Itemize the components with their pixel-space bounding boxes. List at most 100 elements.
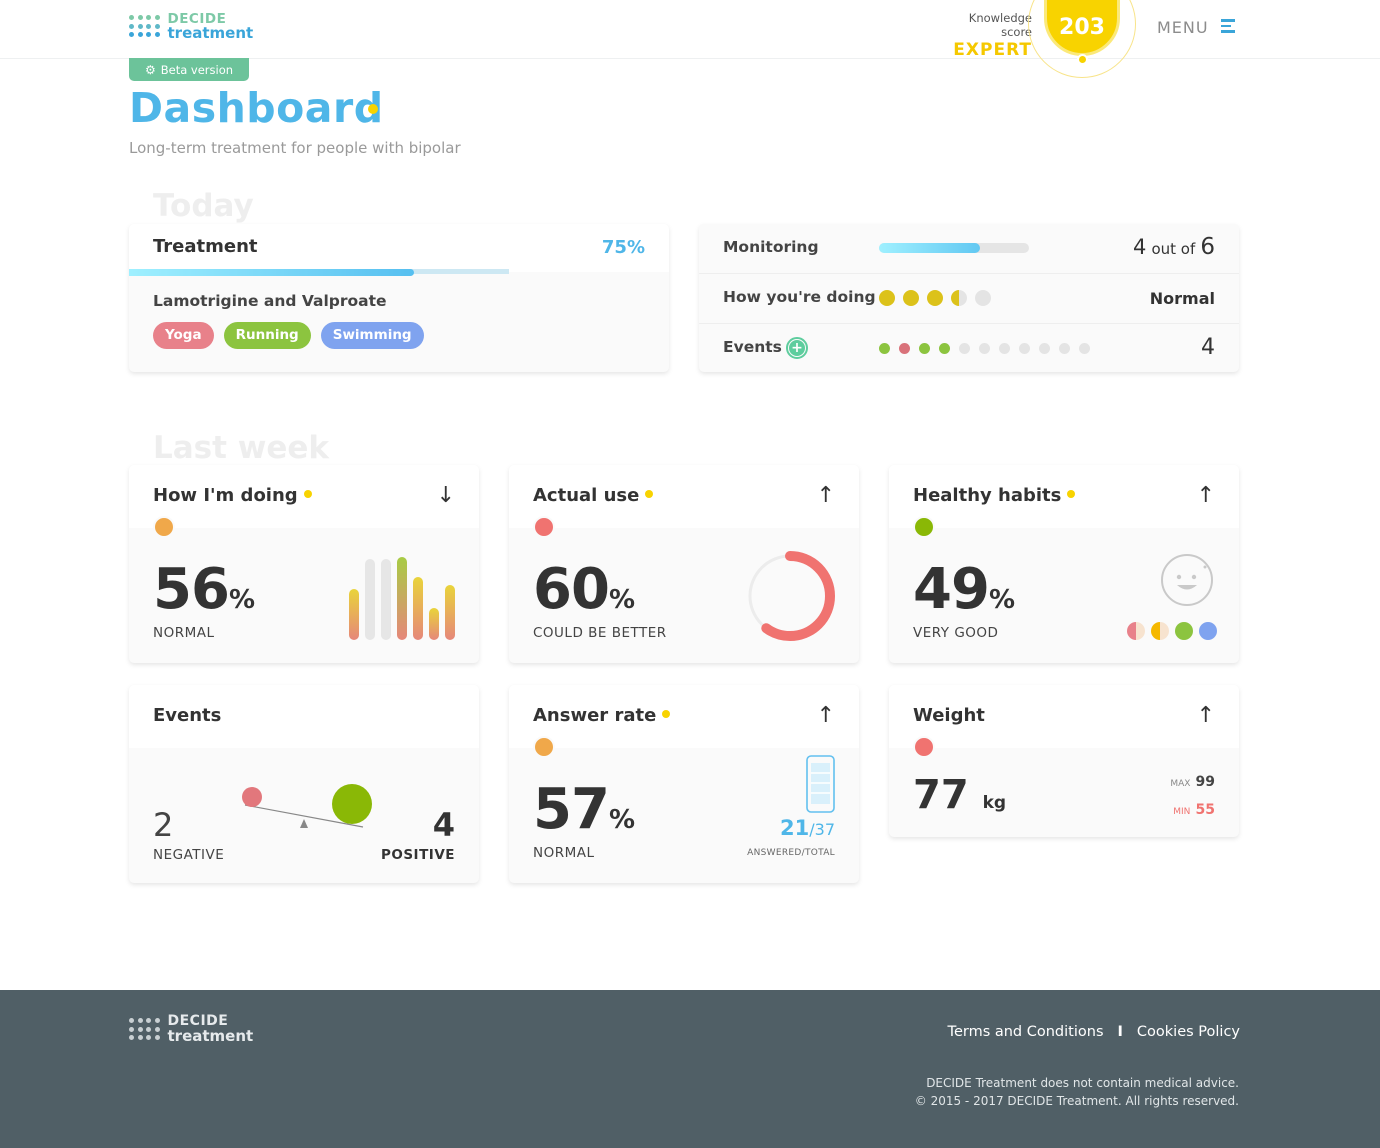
mood-bar-chart (349, 557, 455, 640)
event-dot (879, 343, 890, 354)
status-dot (913, 516, 935, 538)
habit-dot (1127, 622, 1145, 640)
activity-pill[interactable]: Running (223, 322, 311, 349)
answered-label: ANSWERED/TOTAL (747, 848, 835, 858)
treatment-percent: 75% (601, 237, 645, 258)
arrow-up-icon: ↑ (1196, 703, 1215, 728)
mood-bar (445, 585, 455, 640)
link-separator: I (1117, 1024, 1123, 1040)
mood-bar (381, 559, 391, 640)
percent-unit: % (988, 585, 1015, 615)
actual-use-title-text: Actual use (533, 485, 640, 506)
events-label: Events (723, 338, 782, 356)
monitoring-label: Monitoring (723, 238, 819, 256)
answered-count: 21 (780, 816, 810, 840)
smiley-icon (1161, 554, 1213, 606)
percent-unit: % (608, 585, 635, 615)
how-im-doing-caption: NORMAL (153, 625, 215, 641)
answered-total: /37 (809, 820, 835, 839)
footer: DECIDE treatment Terms and Conditions I … (0, 990, 1380, 1148)
healthy-habits-value: 49% (913, 557, 1015, 622)
beta-label: Beta version (160, 62, 234, 77)
event-dot (1079, 343, 1090, 354)
treatment-progress-bar (129, 269, 414, 276)
monitoring-card[interactable]: Monitoring 4 out of 6 How you're doing N… (699, 224, 1239, 372)
monitoring-count: 4 out of 6 (1133, 234, 1215, 260)
treatment-card[interactable]: Treatment 75% Lamotrigine and Valproate … (129, 224, 669, 372)
plus-icon: + (789, 340, 805, 356)
knowledge-score: Knowledge score EXPERT (937, 11, 1032, 60)
event-dot (999, 343, 1010, 354)
how-im-doing-title: How I'm doing (153, 485, 312, 506)
logo[interactable]: DECIDE treatment (129, 12, 254, 42)
mood-dot (951, 290, 967, 306)
events-balance-scale (242, 784, 372, 828)
title-dot (645, 490, 654, 498)
score-badge-dot (1077, 54, 1088, 65)
actual-use-number: 60 (533, 557, 610, 622)
beta-badge: ⚙ Beta version (129, 58, 249, 81)
title-dot (662, 710, 671, 718)
mood-bar (397, 557, 407, 640)
monitoring-done: 4 (1133, 235, 1147, 259)
logo-dots-icon (129, 15, 160, 37)
arrow-up-icon: ↑ (816, 483, 835, 508)
mood-dot (879, 290, 895, 306)
add-event-button[interactable]: + (786, 337, 808, 359)
how-im-doing-title-text: How I'm doing (153, 485, 298, 506)
activity-pill[interactable]: Yoga (153, 322, 214, 349)
weight-card[interactable]: Weight ↑ 77 kg MAX 99 MIN 55 (889, 685, 1239, 837)
actual-use-title: Actual use (533, 485, 654, 506)
answer-rate-number: 57 (533, 777, 610, 842)
negative-count: 2 (153, 806, 174, 844)
disclaimer: DECIDE Treatment does not contain medica… (926, 1076, 1239, 1090)
status-dot (533, 516, 555, 538)
treatment-drug: Lamotrigine and Valproate (153, 292, 387, 310)
monitoring-of: out of (1151, 240, 1196, 258)
events-row[interactable]: Events + 4 (699, 324, 1239, 372)
activity-pill[interactable]: Swimming (320, 322, 424, 349)
doing-row[interactable]: How you're doing Normal (699, 274, 1239, 324)
status-dot (533, 736, 555, 758)
weight-min: MIN 55 (1173, 799, 1215, 818)
doing-value: Normal (1149, 289, 1215, 308)
hamburger-icon (1220, 19, 1235, 36)
habit-dot (1175, 622, 1193, 640)
event-dot (979, 343, 990, 354)
monitoring-row[interactable]: Monitoring 4 out of 6 (699, 224, 1239, 274)
answer-rate-value: 57% (533, 777, 635, 842)
healthy-habits-caption: VERY GOOD (913, 625, 999, 641)
how-im-doing-card[interactable]: How I'm doing ↓ 56% NORMAL (129, 465, 479, 663)
answer-rate-card[interactable]: Answer rate ↑ 57% NORMAL 21/37 ANSWERED/… (509, 685, 859, 883)
event-dot (1039, 343, 1050, 354)
mood-bar (349, 589, 359, 640)
actual-use-card[interactable]: Actual use ↑ 60% COULD BE BETTER (509, 465, 859, 663)
footer-links: Terms and Conditions I Cookies Policy (948, 1024, 1240, 1040)
arrow-up-icon: ↑ (1196, 483, 1215, 508)
footer-logo[interactable]: DECIDE treatment (129, 1014, 253, 1044)
event-dot (1019, 343, 1030, 354)
healthy-habits-title: Healthy habits (913, 485, 1076, 506)
healthy-habits-number: 49 (913, 557, 990, 622)
actual-use-value: 60% (533, 557, 635, 622)
activity-pills: Yoga Running Swimming (153, 322, 434, 349)
weight-max: MAX 99 (1170, 771, 1215, 790)
mood-bar (429, 608, 439, 640)
doing-label: How you're doing (723, 288, 876, 306)
events-card[interactable]: Events 2 NEGATIVE 4 POSITIVE (129, 685, 479, 883)
habit-dot (1199, 622, 1217, 640)
positive-ball (332, 784, 372, 824)
mood-dot (903, 290, 919, 306)
how-im-doing-number: 56 (153, 557, 230, 622)
healthy-habits-card[interactable]: Healthy habits ↑ 49% VERY GOOD (889, 465, 1239, 663)
gear-icon: ⚙ (144, 62, 156, 77)
event-dot (959, 343, 970, 354)
arrow-up-icon: ↑ (816, 703, 835, 728)
event-dot (1059, 343, 1070, 354)
cookies-link[interactable]: Cookies Policy (1137, 1024, 1240, 1040)
menu-button[interactable]: MENU (1157, 18, 1235, 37)
title-dot (303, 490, 312, 498)
terms-link[interactable]: Terms and Conditions (948, 1024, 1104, 1040)
logo-dots-icon (129, 1018, 160, 1040)
logo-line2: treatment (167, 24, 254, 42)
